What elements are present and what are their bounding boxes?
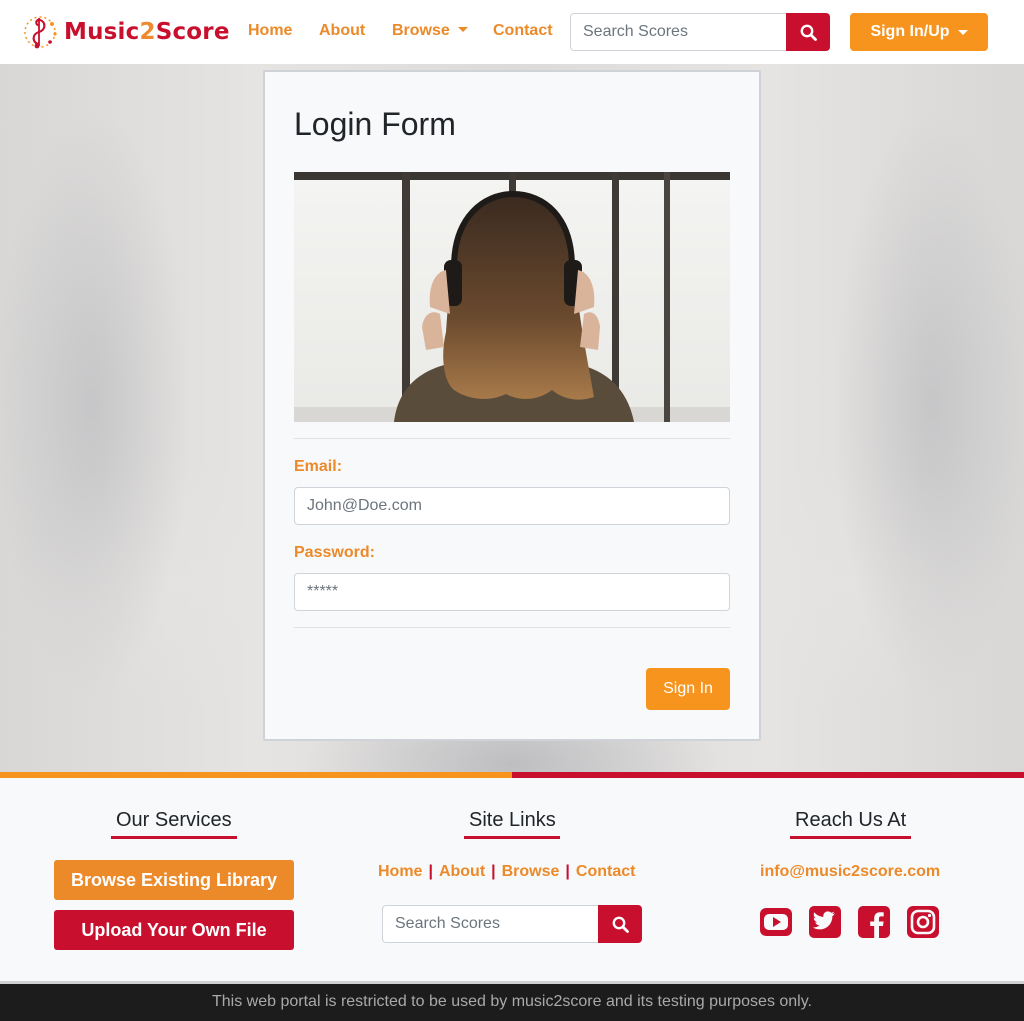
- facebook-icon[interactable]: [858, 906, 890, 938]
- woman-headphones-image: [294, 172, 730, 422]
- music-note-logo-icon: [24, 16, 57, 49]
- nav-home-link[interactable]: Home: [248, 22, 292, 40]
- login-card: Login Form Email: John@Doe.com Password:…: [263, 70, 761, 741]
- youtube-icon[interactable]: [760, 906, 792, 938]
- nav-browse-dropdown[interactable]: Browse: [392, 22, 468, 40]
- footer-search-input[interactable]: [382, 905, 598, 943]
- nav-search-button[interactable]: [786, 13, 830, 51]
- services-heading: Our Services: [116, 809, 232, 831]
- login-title: Login Form: [294, 106, 456, 142]
- nav-browse-label: Browse: [392, 22, 450, 39]
- divider: [294, 438, 730, 439]
- upload-file-button[interactable]: Upload Your Own File: [54, 910, 294, 950]
- reach-heading-underline: [790, 836, 911, 839]
- footer: Our Services Browse Existing Library Upl…: [0, 778, 1024, 981]
- browse-library-button[interactable]: Browse Existing Library: [54, 860, 294, 900]
- sign-in-button[interactable]: Sign In: [646, 668, 730, 710]
- sign-in-up-label: Sign In/Up: [870, 23, 950, 40]
- email-field[interactable]: [294, 487, 730, 525]
- footer-links: Home | About | Browse | Contact: [378, 863, 648, 881]
- password-label: Password:: [294, 544, 375, 561]
- search-icon: [800, 24, 817, 41]
- link-separator: |: [428, 863, 433, 880]
- email-label: Email:: [294, 458, 343, 475]
- site-links-heading: Site Links: [469, 809, 556, 831]
- footer-search-button[interactable]: [598, 905, 642, 943]
- brand-name: Music2Score: [64, 19, 230, 45]
- chevron-down-icon: [957, 29, 968, 35]
- password-field[interactable]: [294, 573, 730, 611]
- footer-browse-link[interactable]: Browse: [502, 863, 560, 880]
- contact-email-link[interactable]: info@music2score.com: [760, 863, 940, 881]
- twitter-icon[interactable]: [809, 906, 841, 938]
- footer-contact-link[interactable]: Contact: [576, 863, 636, 880]
- footer-search-form: [382, 905, 642, 943]
- sign-in-up-dropdown-button[interactable]: Sign In/Up: [850, 13, 988, 51]
- hero-background: Login Form Email: John@Doe.com Password:…: [0, 64, 1024, 772]
- nav-search-form: [570, 13, 830, 51]
- nav-search-input[interactable]: [570, 13, 786, 51]
- chevron-down-icon: [457, 27, 468, 32]
- reach-heading: Reach Us At: [795, 809, 907, 831]
- disclaimer-text: This web portal is restricted to be used…: [212, 993, 812, 1010]
- navbar: Music2Score Home About Browse Contact Si…: [0, 0, 1024, 64]
- divider: [294, 627, 730, 628]
- services-heading-underline: [111, 836, 237, 839]
- footer-home-link[interactable]: Home: [378, 863, 422, 880]
- link-separator: |: [491, 863, 496, 880]
- nav-contact-link[interactable]: Contact: [493, 22, 553, 40]
- site-links-heading-underline: [464, 836, 560, 839]
- instagram-icon[interactable]: [907, 906, 939, 938]
- disclaimer-bar: This web portal is restricted to be used…: [0, 984, 1024, 1021]
- footer-about-link[interactable]: About: [439, 863, 485, 880]
- link-separator: |: [565, 863, 570, 880]
- nav-about-link[interactable]: About: [319, 22, 365, 40]
- brand-logo-link[interactable]: Music2Score: [22, 12, 230, 52]
- search-icon: [612, 916, 629, 933]
